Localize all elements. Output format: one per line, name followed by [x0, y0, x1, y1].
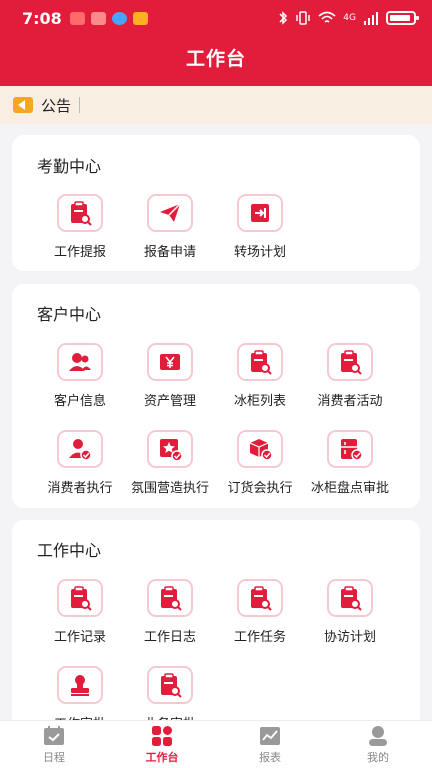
status-bar: 7:08 4G: [0, 0, 432, 36]
section-title: 客户中心: [37, 305, 102, 324]
notification-app-icon: [90, 11, 106, 25]
calendar-check-icon: [44, 725, 64, 745]
speaker-icon: [13, 97, 33, 113]
section-title: 工作中心: [37, 541, 102, 560]
menu-item-consumer-activity[interactable]: 消费者活动: [304, 343, 396, 409]
menu-item-label: 工作提报: [53, 245, 106, 260]
page-title: 工作台: [185, 48, 246, 70]
menu-item-work-report[interactable]: 工作提报: [34, 194, 126, 260]
clipboard-search-icon: [341, 350, 362, 375]
transfer-door-icon: [251, 204, 269, 222]
menu-item-label: 冰柜盘点审批: [310, 481, 389, 496]
wifi-icon: [318, 11, 336, 23]
menu-item-label: 工作日志: [143, 630, 196, 645]
notification-app-icon: [111, 11, 127, 25]
menu-item-label: 报备申请: [143, 245, 196, 260]
menu-item-label: 转场计划: [233, 245, 286, 260]
tab-reports[interactable]: 报表: [216, 721, 324, 768]
clipboard-search-icon: [161, 586, 182, 611]
menu-item-label: 客户信息: [53, 394, 106, 409]
attendance-center-card: 考勤中心 工作提报 报备申请 转场计划: [12, 135, 420, 271]
notice-divider: [79, 97, 81, 113]
stamp-icon: [71, 675, 89, 696]
menu-item-work-task[interactable]: 工作任务: [214, 579, 306, 645]
clipboard-search-icon: [341, 586, 362, 611]
menu-item-label: 协访计划: [323, 630, 376, 645]
bottom-tab-bar: 日程 工作台 报表 我的: [0, 720, 432, 768]
clipboard-search-icon: [71, 201, 92, 226]
star-check-icon: [160, 439, 183, 462]
menu-item-report-request[interactable]: 报备申请: [124, 194, 216, 260]
tab-label: 我的: [367, 750, 389, 764]
status-icons: 4G: [278, 11, 419, 25]
tab-workbench[interactable]: 工作台: [108, 721, 216, 768]
menu-item-order-meeting-execution[interactable]: 订货会执行: [214, 430, 306, 496]
tab-mine[interactable]: 我的: [324, 721, 432, 768]
tab-label: 工作台: [145, 750, 179, 764]
status-time: 7:08: [22, 8, 62, 28]
section-title: 考勤中心: [37, 157, 102, 176]
tab-label: 报表: [259, 750, 281, 764]
bluetooth-icon: [279, 11, 288, 25]
tab-schedule[interactable]: 日程: [0, 721, 108, 768]
clipboard-search-icon: [71, 586, 92, 611]
chart-icon: [260, 726, 280, 745]
notification-app-icon: [69, 11, 85, 25]
menu-item-visit-plan[interactable]: 协访计划: [304, 579, 396, 645]
menu-item-customer-info[interactable]: 客户信息: [34, 343, 126, 409]
user-icon: [369, 725, 387, 746]
users-icon: [69, 353, 91, 371]
menu-item-label: 资产管理: [143, 394, 196, 409]
notification-app-icon: [132, 11, 148, 25]
clipboard-search-icon: [251, 586, 272, 611]
menu-item-consumer-execution[interactable]: 消费者执行: [34, 430, 126, 496]
clipboard-search-icon: [251, 350, 272, 375]
battery-icon: [386, 11, 419, 25]
menu-item-transfer-plan[interactable]: 转场计划: [214, 194, 306, 260]
menu-item-label: 订货会执行: [227, 481, 293, 496]
menu-item-label: 冰柜列表: [233, 394, 286, 409]
customer-center-card: 客户中心 客户信息 资产管理 冰柜列表 消费者活动 消费者执行 氛围营造执行 订…: [12, 284, 420, 508]
network-type: 4G: [343, 13, 356, 23]
menu-item-label: 消费者执行: [47, 481, 113, 496]
menu-item-freezer-list[interactable]: 冰柜列表: [214, 343, 306, 409]
box-check-icon: [249, 439, 273, 461]
header: 7:08 4G 工作台: [0, 0, 432, 86]
grid-icon: [152, 725, 172, 746]
menu-item-label: 工作记录: [53, 630, 106, 645]
fridge-check-icon: [341, 439, 363, 461]
notice-label: 公告: [41, 96, 72, 115]
user-check-icon: [69, 439, 92, 461]
signal-icon: [364, 12, 378, 25]
yen-asset-icon: [160, 354, 180, 370]
clipboard-search-icon: [161, 673, 182, 698]
notice-bar[interactable]: 公告: [0, 86, 432, 124]
menu-item-asset-management[interactable]: 资产管理: [124, 343, 216, 409]
menu-item-freezer-inventory-approval[interactable]: 冰柜盘点审批: [304, 430, 396, 496]
paper-plane-icon: [160, 203, 181, 222]
vibrate-icon: [296, 11, 311, 25]
menu-item-label: 氛围营造执行: [130, 481, 209, 496]
tab-label: 日程: [43, 750, 65, 764]
work-center-card: 工作中心 工作记录 工作日志 工作任务 协访计划 工作审批 业务审批: [12, 520, 420, 740]
menu-item-label: 工作任务: [233, 630, 286, 645]
menu-item-work-record[interactable]: 工作记录: [34, 579, 126, 645]
menu-item-atmosphere-execution[interactable]: 氛围营造执行: [124, 430, 216, 496]
menu-item-work-log[interactable]: 工作日志: [124, 579, 216, 645]
menu-item-label: 消费者活动: [317, 394, 383, 409]
